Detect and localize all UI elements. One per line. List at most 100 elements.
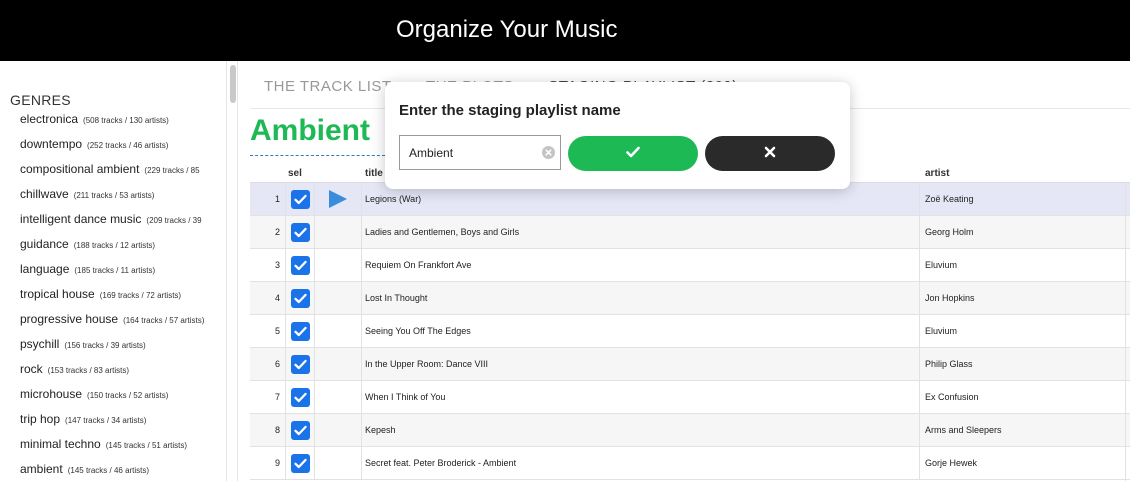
- genre-item[interactable]: ambient (145 tracks / 46 artists): [20, 462, 226, 481]
- table-row[interactable]: 8 Kepesh Arms and Sleepers: [250, 414, 1130, 447]
- genre-name: compositional ambient: [20, 162, 140, 176]
- genre-item[interactable]: rock (153 tracks / 83 artists): [20, 362, 226, 387]
- select-cell: [285, 249, 315, 281]
- genre-counts: (209 tracks / 39: [146, 216, 202, 225]
- genre-name: ambient: [20, 462, 63, 476]
- genre-item[interactable]: trip hop (147 tracks / 34 artists): [20, 412, 226, 437]
- play-cell: [315, 315, 362, 347]
- genre-item[interactable]: minimal techno (145 tracks / 51 artists): [20, 437, 226, 462]
- table-row[interactable]: 2 Ladies and Gentlemen, Boys and Girls Geo…: [250, 216, 1130, 249]
- genre-counts: (145 tracks / 51 artists): [105, 441, 188, 450]
- genre-item[interactable]: guidance (188 tracks / 12 artists): [20, 237, 226, 262]
- select-checkbox[interactable]: [290, 189, 310, 209]
- row-number: 5: [274, 326, 280, 336]
- genre-item[interactable]: downtempo (252 tracks / 46 artists): [20, 137, 226, 162]
- genre-counts: (211 tracks / 53 artists): [73, 191, 155, 200]
- play-cell: [315, 447, 362, 479]
- play-cell: [315, 282, 362, 314]
- row-number: 4: [274, 293, 280, 303]
- clear-input-icon[interactable]: [542, 146, 555, 159]
- play-cell: [315, 183, 362, 215]
- column-header-sel[interactable]: sel: [288, 168, 302, 179]
- play-cell: [315, 249, 362, 281]
- genre-counts: (252 tracks / 46 artists): [87, 141, 169, 150]
- select-cell: [285, 381, 315, 413]
- scrollbar-thumb[interactable]: [230, 65, 236, 103]
- track-title: When I Think of You: [365, 381, 920, 413]
- check-icon: [626, 145, 640, 163]
- table-row[interactable]: 3 Requiem On Frankfort Ave Eluvium: [250, 249, 1130, 282]
- genre-name: guidance: [20, 237, 69, 251]
- row-number: 9: [274, 458, 280, 468]
- table-row[interactable]: 4 Lost In Thought Jon Hopkins: [250, 282, 1130, 315]
- select-checkbox[interactable]: [290, 321, 310, 341]
- play-icon[interactable]: [329, 190, 347, 208]
- select-checkbox[interactable]: [290, 354, 310, 374]
- select-checkbox[interactable]: [290, 420, 310, 440]
- select-cell: [285, 216, 315, 248]
- track-title: Secret feat. Peter Broderick - Ambient: [365, 447, 920, 479]
- playlist-title[interactable]: Ambient: [250, 114, 370, 148]
- track-artist: Zoë Keating: [925, 194, 974, 204]
- select-checkbox[interactable]: [290, 255, 310, 275]
- play-cell: [315, 348, 362, 380]
- select-cell: [285, 315, 315, 347]
- playlist-name-field: [399, 135, 561, 170]
- column-header-artist[interactable]: artist: [925, 168, 949, 179]
- genre-item[interactable]: psychill (156 tracks / 39 artists): [20, 337, 226, 362]
- genre-item[interactable]: compositional ambient (229 tracks / 85: [20, 162, 226, 187]
- table-row[interactable]: 5 Seeing You Off The Edges Eluvium: [250, 315, 1130, 348]
- confirm-button[interactable]: [568, 136, 698, 171]
- genre-counts: (150 tracks / 52 artists): [87, 391, 169, 400]
- column-header-title[interactable]: title: [365, 168, 383, 179]
- select-checkbox[interactable]: [290, 222, 310, 242]
- genre-counts: (164 tracks / 57 artists): [123, 316, 205, 325]
- table-row[interactable]: 6 In the Upper Room: Dance VIII Philip Gla…: [250, 348, 1130, 381]
- select-cell: [285, 447, 315, 479]
- play-cell: [315, 381, 362, 413]
- select-checkbox[interactable]: [290, 387, 310, 407]
- genre-item[interactable]: intelligent dance music (209 tracks / 39: [20, 212, 226, 237]
- track-artist: Gorje Hewek: [925, 458, 978, 468]
- select-checkbox[interactable]: [290, 288, 310, 308]
- row-number: 6: [274, 359, 280, 369]
- genre-name: electronica: [20, 112, 79, 126]
- playlist-name-input[interactable]: [400, 136, 535, 169]
- track-title: In the Upper Room: Dance VIII: [365, 348, 920, 380]
- select-checkbox[interactable]: [290, 453, 310, 473]
- playlist-title-underline: [250, 155, 385, 156]
- sidebar-scrollbar[interactable]: [226, 61, 238, 481]
- track-artist: Eluvium: [925, 326, 958, 336]
- genre-item[interactable]: progressive house (164 tracks / 57 artist…: [20, 312, 226, 337]
- play-cell: [315, 216, 362, 248]
- row-number: 1: [274, 194, 280, 204]
- genre-item[interactable]: language (185 tracks / 11 artists): [20, 262, 226, 287]
- table-row[interactable]: 7 When I Think of You Ex Confusion: [250, 381, 1130, 414]
- row-number: 7: [274, 392, 280, 402]
- genre-sidebar: GENRES electronica (508 tracks / 130 arti…: [0, 61, 226, 481]
- genre-item[interactable]: electronica (508 tracks / 130 artists): [20, 112, 226, 137]
- row-number: 8: [274, 425, 280, 435]
- genre-name: downtempo: [20, 137, 83, 151]
- table-row[interactable]: 9 Secret feat. Peter Broderick - Ambient G…: [250, 447, 1130, 480]
- genre-name: intelligent dance music: [20, 212, 142, 226]
- genre-item[interactable]: chillwave (211 tracks / 53 artists): [20, 187, 226, 212]
- genre-item[interactable]: tropical house (169 tracks / 72 artists): [20, 287, 226, 312]
- app-header: Organize Your Music: [0, 0, 1130, 61]
- genres-heading: GENRES: [10, 92, 71, 108]
- track-artist: Eluvium: [925, 260, 958, 270]
- genre-counts: (147 tracks / 34 artists): [65, 416, 147, 425]
- track-title: Seeing You Off The Edges: [365, 315, 920, 347]
- genre-name: progressive house: [20, 312, 119, 326]
- cancel-button[interactable]: [705, 136, 835, 171]
- tab-track-list[interactable]: THE TRACK LIST: [264, 78, 392, 95]
- select-cell: [285, 183, 315, 215]
- genre-item[interactable]: microhouse (150 tracks / 52 artists): [20, 387, 226, 412]
- track-artist: Ex Confusion: [925, 392, 979, 402]
- genre-name: microhouse: [20, 387, 83, 401]
- genre-name: chillwave: [20, 187, 69, 201]
- genre-name: rock: [20, 362, 43, 376]
- select-cell: [285, 348, 315, 380]
- track-artist: Philip Glass: [925, 359, 973, 369]
- select-cell: [285, 414, 315, 446]
